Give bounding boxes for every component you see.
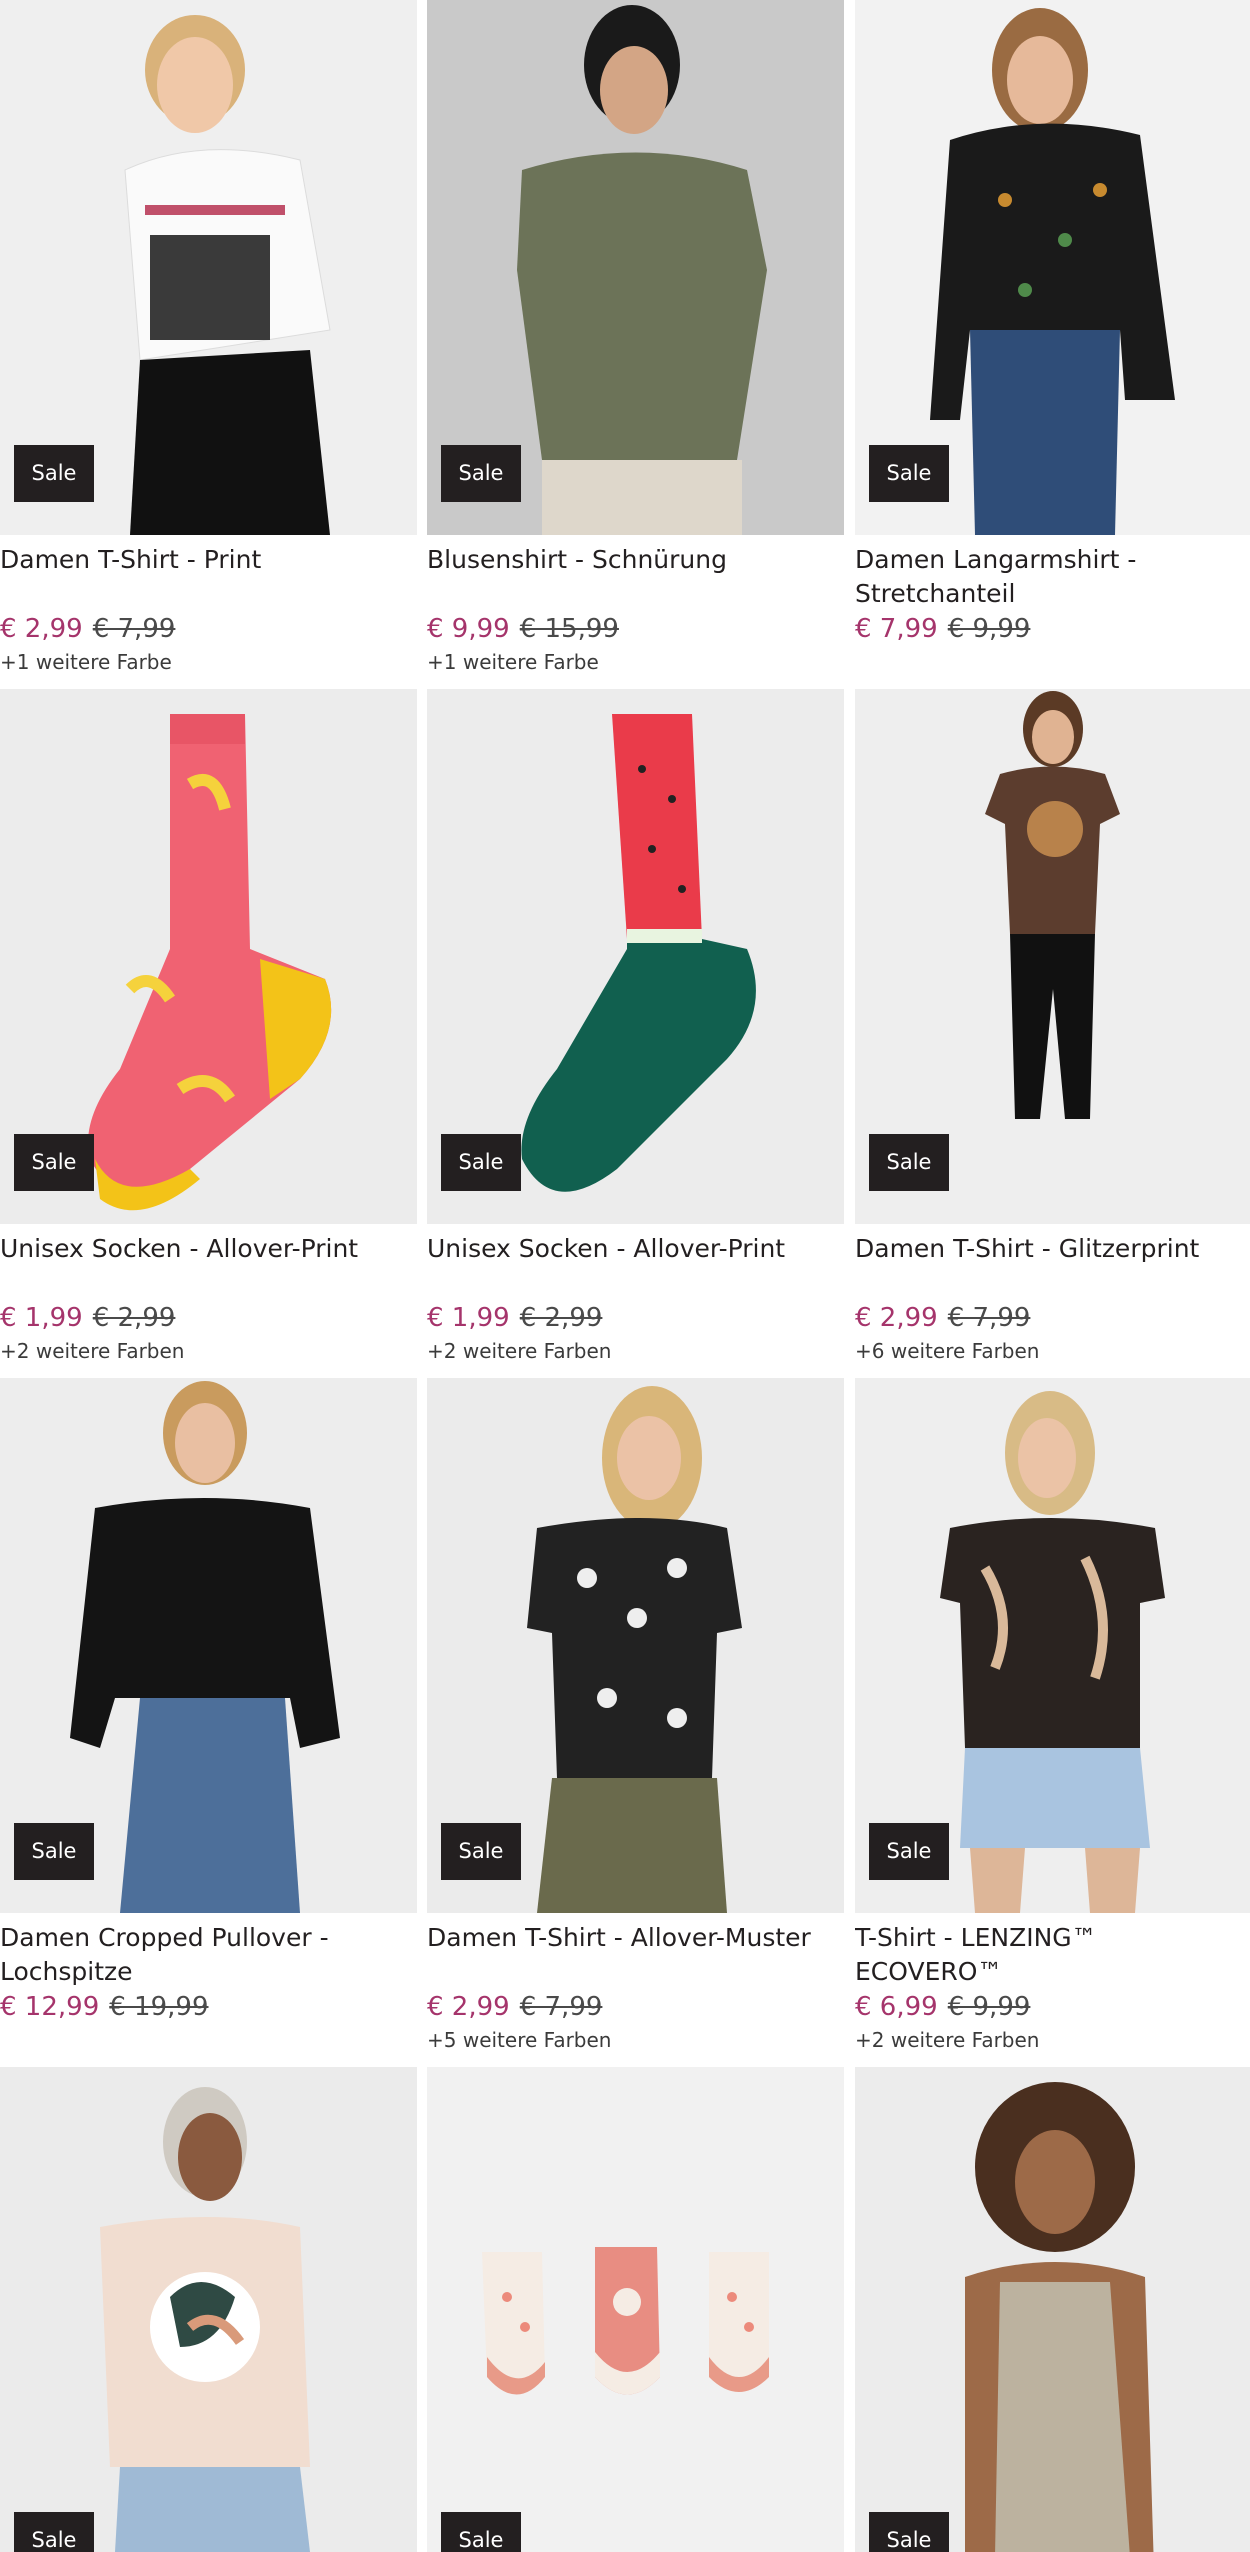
color-variants: +2 weitere Farben (0, 1339, 185, 1363)
product-prices: € 6,99 € 9,99 (855, 1989, 1250, 2025)
sale-badge: Sale (14, 1134, 94, 1191)
product-prices: € 2,99 € 7,99 (427, 1989, 844, 2025)
product-image[interactable]: Sale (427, 689, 844, 1224)
product-card[interactable]: Sale Blusenshirt - Schnürung € 9,99 € 15,… (427, 0, 844, 677)
product-title[interactable]: Unisex Socken - Allover-Print (427, 1232, 844, 1300)
sale-price: € 2,99 (427, 1992, 510, 2022)
color-variants (855, 647, 1250, 677)
product-card[interactable]: Sale Unisex Socken - Allover-Print € 1,9… (427, 689, 844, 1366)
product-title[interactable]: Damen Langarmshirt - Stretchanteil (855, 543, 1250, 611)
product-grid: Sale Damen T-Shirt - Print € 2,99 € 7,99 … (0, 0, 1250, 2552)
product-image[interactable]: Sale (855, 689, 1250, 1224)
product-prices: € 1,99 € 2,99 (0, 1300, 417, 1336)
sale-price: € 7,99 (855, 614, 938, 644)
color-variants: +1 weitere Farbe (0, 650, 172, 674)
color-variants (0, 2025, 417, 2055)
sale-price: € 1,99 (0, 1303, 83, 1333)
product-title[interactable]: Damen Cropped Pullover - Lochspitze (0, 1921, 417, 1989)
sale-badge: Sale (869, 1823, 949, 1880)
sale-badge: Sale (869, 2512, 949, 2552)
sale-badge: Sale (869, 1134, 949, 1191)
original-price: € 7,99 (519, 1992, 603, 2022)
original-price: € 7,99 (947, 1303, 1031, 1333)
sale-badge: Sale (869, 445, 949, 502)
original-price: € 7,99 (92, 614, 176, 644)
original-price: € 2,99 (92, 1303, 176, 1333)
sale-badge: Sale (441, 2512, 521, 2552)
sale-price: € 12,99 (0, 1992, 100, 2022)
sale-price: € 2,99 (0, 614, 83, 644)
product-title[interactable]: Damen T-Shirt - Allover-Muster (427, 1921, 844, 1989)
product-image[interactable]: Sale (855, 2067, 1250, 2552)
product-card[interactable]: Sale Damen Langarmshirt - Stretchanteil … (855, 0, 1250, 677)
sale-badge: Sale (441, 1823, 521, 1880)
original-price: € 9,99 (947, 1992, 1031, 2022)
product-title[interactable]: Unisex Socken - Allover-Print (0, 1232, 417, 1300)
original-price: € 19,99 (109, 1992, 209, 2022)
product-image[interactable]: Sale (0, 2067, 417, 2552)
product-image[interactable]: Sale (0, 689, 417, 1224)
product-image[interactable]: Sale (427, 1378, 844, 1913)
product-image[interactable]: Sale (855, 0, 1250, 535)
product-title[interactable]: Damen T-Shirt - Print (0, 543, 417, 611)
original-price: € 15,99 (519, 614, 619, 644)
sale-badge: Sale (14, 445, 94, 502)
color-variants: +1 weitere Farbe (427, 650, 599, 674)
product-image[interactable]: Sale (427, 0, 844, 535)
product-prices: € 1,99 € 2,99 (427, 1300, 844, 1336)
original-price: € 2,99 (519, 1303, 603, 1333)
product-card[interactable]: Sale (427, 2067, 844, 2552)
color-variants: +2 weitere Farben (427, 1339, 612, 1363)
sale-price: € 9,99 (427, 614, 510, 644)
product-image[interactable]: Sale (855, 1378, 1250, 1913)
product-prices: € 9,99 € 15,99 (427, 611, 844, 647)
product-card[interactable]: Sale Damen Cropped Pullover - Lochspitze… (0, 1378, 417, 2055)
product-card[interactable]: Sale (0, 2067, 417, 2552)
product-card[interactable]: Sale Damen T-Shirt - Glitzerprint € 2,99… (855, 689, 1250, 1366)
sale-badge: Sale (14, 1823, 94, 1880)
sale-price: € 6,99 (855, 1992, 938, 2022)
product-card[interactable]: Sale Damen T-Shirt - Print € 2,99 € 7,99 … (0, 0, 417, 677)
sale-badge: Sale (441, 1134, 521, 1191)
product-title[interactable]: Blusenshirt - Schnürung (427, 543, 844, 611)
product-card[interactable]: Sale (855, 2067, 1250, 2552)
sale-price: € 2,99 (855, 1303, 938, 1333)
product-title[interactable]: T-Shirt - LENZING™ ECOVERO™ (855, 1921, 1250, 1989)
product-prices: € 7,99 € 9,99 (855, 611, 1250, 647)
product-prices: € 2,99 € 7,99 (855, 1300, 1250, 1336)
sale-badge: Sale (14, 2512, 94, 2552)
product-card[interactable]: Sale Unisex Socken - Allover-Print € 1,9… (0, 689, 417, 1366)
product-card[interactable]: Sale T-Shirt - LENZING™ ECOVERO™ € 6,99 €… (855, 1378, 1250, 2055)
color-variants: +2 weitere Farben (855, 2028, 1040, 2052)
color-variants: +6 weitere Farben (855, 1339, 1040, 1363)
sale-price: € 1,99 (427, 1303, 510, 1333)
color-variants: +5 weitere Farben (427, 2028, 612, 2052)
product-image[interactable]: Sale (427, 2067, 844, 2552)
product-prices: € 2,99 € 7,99 (0, 611, 417, 647)
original-price: € 9,99 (947, 614, 1031, 644)
product-card[interactable]: Sale Damen T-Shirt - Allover-Muster € 2,… (427, 1378, 844, 2055)
product-title[interactable]: Damen T-Shirt - Glitzerprint (855, 1232, 1250, 1300)
product-prices: € 12,99 € 19,99 (0, 1989, 417, 2025)
product-image[interactable]: Sale (0, 1378, 417, 1913)
product-image[interactable]: Sale (0, 0, 417, 535)
sale-badge: Sale (441, 445, 521, 502)
